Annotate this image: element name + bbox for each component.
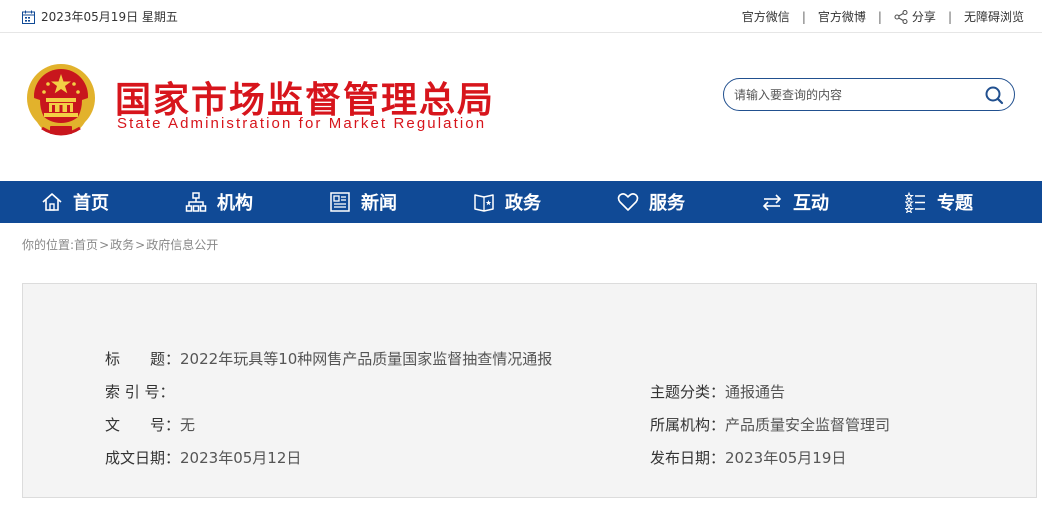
breadcrumb-sep: > xyxy=(135,238,146,252)
info-row-docno: 文 号：无 xyxy=(105,414,195,435)
info-row-created: 成文日期：2023年05月12日 xyxy=(105,447,301,468)
search-icon[interactable] xyxy=(984,85,1004,105)
breadcrumb-info-disclosure[interactable]: 政府信息公开 xyxy=(146,238,218,252)
home-icon xyxy=(42,193,62,211)
info-row-topic: 主题分类：通报通告 xyxy=(650,381,785,402)
top-links: 官方微信 | 官方微博 | 分享 | 无障碍浏览 xyxy=(742,8,1024,25)
nav-label: 机构 xyxy=(217,193,253,214)
nav-label: 首页 xyxy=(73,193,109,214)
info-row-published: 发布日期：2023年05月19日 xyxy=(650,447,846,468)
accessible-link[interactable]: 无障碍浏览 xyxy=(964,8,1024,25)
separator: | xyxy=(877,9,882,24)
site-subtitle: State Administration for Market Regulati… xyxy=(117,115,487,132)
book-icon xyxy=(474,194,494,212)
info-row-title: 标 题：2022年玩具等10种网售产品质量国家监督抽查情况通报 xyxy=(105,348,552,369)
breadcrumb-home[interactable]: 首页 xyxy=(74,238,98,252)
list-star-icon xyxy=(905,191,925,213)
title-value: 2022年玩具等10种网售产品质量国家监督抽查情况通报 xyxy=(180,350,553,368)
published-label: 发布日期： xyxy=(650,449,726,467)
info-row-index: 索 引 号： xyxy=(105,381,175,402)
date-text: 2023年05月19日 星期五 xyxy=(41,10,178,24)
nav-item-org[interactable]: 机构 xyxy=(185,181,253,223)
site-header: 国家市场监督管理总局 State Administration for Mark… xyxy=(0,33,1042,181)
current-date: 2023年05月19日 星期五 xyxy=(22,8,178,25)
breadcrumb-government[interactable]: 政务 xyxy=(110,238,134,252)
nav-label: 新闻 xyxy=(361,193,397,214)
nav-item-service[interactable]: 服务 xyxy=(617,181,685,223)
search-input[interactable] xyxy=(734,85,974,105)
news-icon xyxy=(330,192,350,212)
topic-value: 通报通告 xyxy=(725,383,786,401)
created-label: 成文日期： xyxy=(105,449,181,467)
nav-label: 专题 xyxy=(937,193,973,214)
created-value: 2023年05月12日 xyxy=(180,449,302,467)
title-label: 标 题： xyxy=(105,350,181,368)
wechat-link[interactable]: 官方微信 xyxy=(742,8,790,25)
share-link[interactable]: 分享 xyxy=(894,8,936,25)
separator: | xyxy=(947,9,952,24)
share-icon xyxy=(894,9,908,24)
nav-item-interact[interactable]: 互动 xyxy=(761,181,829,223)
nav-item-home[interactable]: 首页 xyxy=(41,181,109,223)
breadcrumb: 你的位置:首页>政务>政府信息公开 xyxy=(22,236,218,253)
document-info-panel: 标 题：2022年玩具等10种网售产品质量国家监督抽查情况通报 索 引 号： 主… xyxy=(22,283,1037,498)
arrows-exchange-icon xyxy=(762,194,782,211)
share-label: 分享 xyxy=(911,10,936,24)
org-chart-icon xyxy=(185,192,207,212)
breadcrumb-sep: > xyxy=(99,238,110,252)
weibo-link[interactable]: 官方微博 xyxy=(818,8,866,25)
separator: | xyxy=(801,9,806,24)
org-label: 所属机构： xyxy=(650,416,726,434)
docno-value: 无 xyxy=(180,416,196,434)
index-label: 索 引 号： xyxy=(105,383,175,401)
org-value: 产品质量安全监督管理司 xyxy=(725,416,891,434)
national-emblem-icon[interactable] xyxy=(24,62,98,140)
top-bar: 2023年05月19日 星期五 官方微信 | 官方微博 | 分享 | 无障碍浏览 xyxy=(0,0,1042,33)
published-value: 2023年05月19日 xyxy=(725,449,847,467)
topic-label: 主题分类： xyxy=(650,383,726,401)
nav-item-topics[interactable]: 专题 xyxy=(905,181,973,223)
calendar-icon xyxy=(22,10,35,24)
nav-item-government[interactable]: 政务 xyxy=(473,181,541,223)
nav-label: 互动 xyxy=(793,193,829,214)
search-box xyxy=(723,78,1015,111)
info-row-org: 所属机构：产品质量安全监督管理司 xyxy=(650,414,890,435)
nav-item-news[interactable]: 新闻 xyxy=(329,181,397,223)
nav-label: 政务 xyxy=(505,193,541,214)
heart-icon xyxy=(617,193,639,211)
docno-label: 文 号： xyxy=(105,416,181,434)
nav-label: 服务 xyxy=(649,193,685,214)
breadcrumb-prefix: 你的位置: xyxy=(22,238,75,252)
main-nav: 首页 机构 新闻 政务 服务 互动 专题 xyxy=(0,181,1042,223)
